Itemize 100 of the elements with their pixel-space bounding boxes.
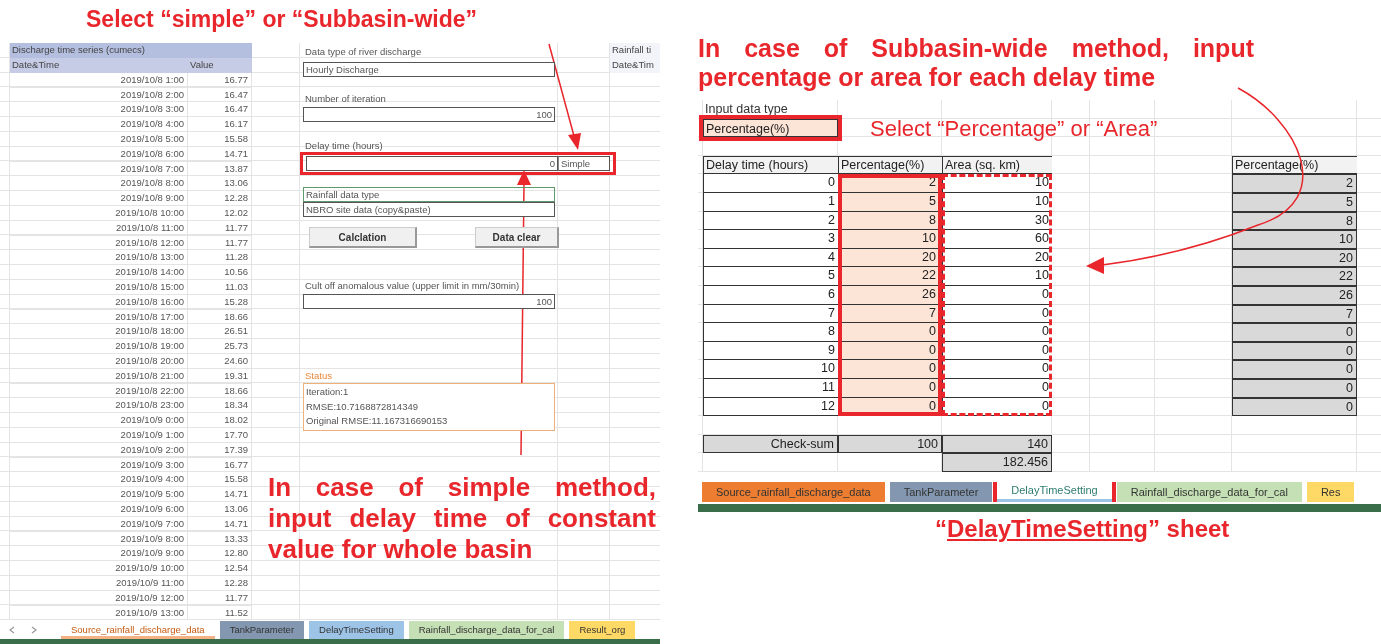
table-cell: 2019/10/9 10:00 (10, 561, 188, 576)
input-field[interactable]: 0 (306, 156, 558, 172)
table-cell: 22 (1232, 267, 1357, 286)
table-cell: 2019/10/8 17:00 (10, 309, 188, 325)
status-line: Iteration:1 (306, 385, 350, 400)
sheet-tab[interactable]: Rainfall_discharge_data_for_cal (408, 621, 565, 640)
table-cell: 12.80 (188, 546, 252, 562)
table-cell: 11.77 (188, 235, 252, 251)
table-cell: 11.77 (188, 220, 252, 236)
table-cell: 16.47 (188, 87, 252, 103)
table-cell: 140 (942, 434, 1052, 454)
table-cell: 2019/10/8 7:00 (10, 161, 188, 177)
table-cell: 5 (703, 267, 838, 286)
table-cell: 11.77 (188, 590, 252, 606)
table-cell: 2019/10/9 13:00 (10, 605, 188, 621)
table-cell: 18.34 (188, 398, 252, 414)
table-cell: 2019/10/8 18:00 (10, 324, 188, 340)
table-cell: 2019/10/8 11:00 (10, 220, 188, 236)
table-cell: 2019/10/9 12:00 (10, 590, 188, 606)
scroll-right-icon[interactable] (30, 625, 38, 636)
field-label: Data type of river discharge (304, 45, 423, 60)
table-cell: 2019/10/8 3:00 (10, 102, 188, 118)
table-cell: 12.28 (188, 191, 252, 207)
sheet-button[interactable]: Calclation (309, 227, 417, 249)
table-cell: 14.71 (188, 146, 252, 162)
table-cell: 10.56 (188, 265, 252, 281)
table-cell: 16.47 (188, 102, 252, 118)
column-header: Percentage(%) (838, 155, 942, 175)
table-cell: 100 (838, 434, 942, 454)
table-cell: 26.51 (188, 324, 252, 340)
table-cell: 24.60 (188, 354, 252, 369)
table-cell: 12.02 (188, 206, 252, 221)
table-cell: 2019/10/8 20:00 (10, 354, 188, 369)
table-cell: 10 (942, 267, 1052, 286)
table-cell: 18.66 (188, 383, 252, 399)
table-cell: 2019/10/8 15:00 (10, 280, 188, 295)
table-cell: 2019/10/8 23:00 (10, 398, 188, 414)
column-header: Rainfall ti (610, 43, 660, 59)
input-field[interactable]: NBRO site data (copy&paste) (303, 202, 555, 218)
sheet-tab[interactable]: Result_org (569, 621, 636, 640)
table-cell: 2019/10/9 11:00 (10, 576, 188, 591)
table-cell: 2019/10/8 6:00 (10, 146, 188, 162)
field-label: Cult off anomalous value (upper limit in mm/30min) (304, 279, 521, 294)
table-cell: 2019/10/8 21:00 (10, 368, 188, 384)
input-field[interactable]: 100 (303, 107, 555, 123)
table-cell: 182.456 (942, 453, 1052, 472)
table-cell: 15.58 (188, 472, 252, 488)
field-label: Input data type (704, 101, 789, 118)
table-cell: 2019/10/9 5:00 (10, 487, 188, 502)
table-cell: 2019/10/8 9:00 (10, 191, 188, 207)
sheet-tab[interactable]: TankParameter (889, 481, 993, 502)
column-header: Date&Time (10, 58, 188, 73)
scroll-left-icon[interactable] (8, 625, 16, 636)
table-cell: 13.06 (188, 176, 252, 192)
table-cell: 0 (703, 174, 838, 193)
sheet-tab[interactable]: TankParameter (219, 621, 305, 640)
table-cell: 13.33 (188, 531, 252, 547)
table-cell: Check-sum (703, 434, 838, 454)
input-field[interactable]: Hourly Discharge (303, 62, 555, 78)
table-cell: 25.73 (188, 339, 252, 355)
table-cell: 0 (942, 323, 1052, 342)
table-cell: 18.66 (188, 309, 252, 325)
table-cell: 2019/10/8 10:00 (10, 206, 188, 221)
table-cell: 2019/10/8 19:00 (10, 339, 188, 355)
table-cell: 13.06 (188, 502, 252, 517)
table-cell: 8 (703, 323, 838, 342)
table-cell: 2019/10/9 2:00 (10, 442, 188, 458)
table-cell: 15.28 (188, 294, 252, 310)
table-cell: 2019/10/9 3:00 (10, 457, 188, 473)
table-cell: 2019/10/9 0:00 (10, 413, 188, 428)
table-cell: 11.52 (188, 605, 252, 621)
table-cell: 2019/10/8 2:00 (10, 87, 188, 103)
field-label: Delay time (hours) (304, 139, 384, 154)
status-line: RMSE:10.7168872814349 (306, 399, 419, 414)
callout-text: In case of Subbasin-wide method, input percentage or area for each delay time (698, 33, 1254, 93)
status-line: Original RMSE:11.167316690153 (306, 414, 449, 429)
column-header: Value (188, 58, 252, 73)
input-field[interactable]: 100 (303, 294, 555, 310)
table-cell: 16.77 (188, 457, 252, 473)
sheet-tab[interactable]: Res (1306, 481, 1355, 502)
sheet-tab[interactable]: Source_rainfall_discharge_data (702, 481, 885, 502)
table-cell: 0 (1232, 323, 1357, 342)
table-cell: 17.39 (188, 442, 252, 458)
column-header: Area (sq. km) (942, 155, 1052, 175)
table-cell: 2019/10/9 1:00 (10, 428, 188, 443)
sheet-tab[interactable]: DelayTimeSetting (309, 621, 404, 640)
sheet-button[interactable]: Data clear (475, 227, 559, 249)
table-cell: 14.71 (188, 516, 252, 532)
table-cell: 2019/10/8 4:00 (10, 117, 188, 133)
table-cell: 2 (1232, 174, 1357, 193)
sheet-tab[interactable]: Rainfall_discharge_data_for_cal (1116, 481, 1302, 502)
table-title: Discharge time series (cumecs) (10, 43, 252, 59)
table-cell: 10 (1232, 230, 1357, 249)
callout-text: In case of simple method, input delay time of constant value for whole basin (268, 472, 656, 565)
table-cell: 2019/10/9 6:00 (10, 502, 188, 517)
table-cell: 15.58 (188, 132, 252, 147)
table-cell: 17.70 (188, 428, 252, 443)
field-label: Rainfall data type (303, 187, 555, 203)
table-cell: 2019/10/8 22:00 (10, 383, 188, 399)
method-field[interactable]: Simple (558, 156, 610, 172)
